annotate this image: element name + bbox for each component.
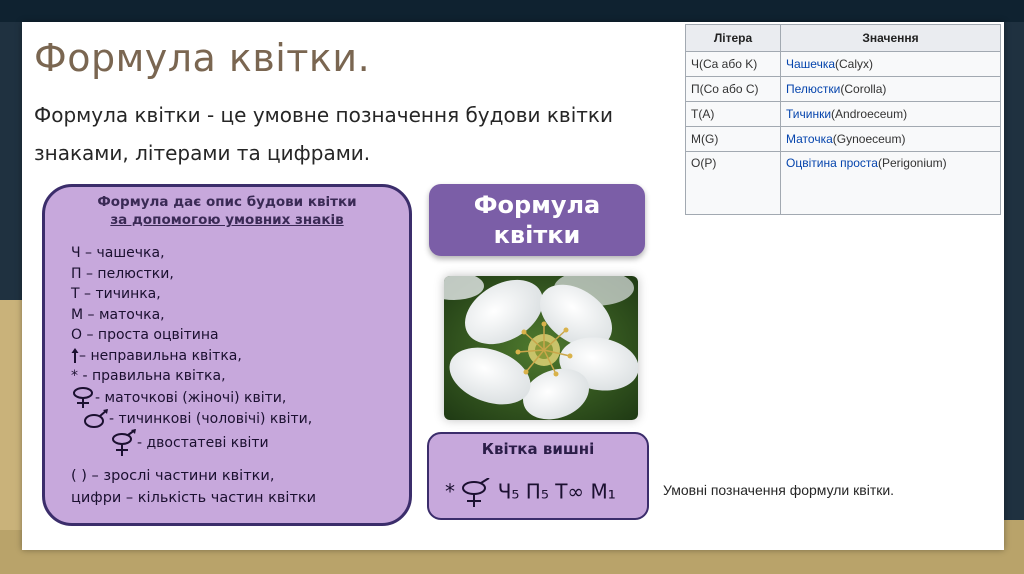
- asterisk-icon: *: [71, 368, 78, 384]
- table-row: Т(A) Тичинки(Androeceum): [685, 101, 1001, 127]
- latin-term: (Gynoeceum): [832, 132, 906, 146]
- definition-text: Формула квітки - це умовне позначення бу…: [34, 103, 613, 165]
- cherry-formula: * Ч₅ П₅ Т∞ М₁: [445, 478, 616, 508]
- cherry-formula-text: Ч₅ П₅ Т∞ М₁: [497, 479, 616, 504]
- legend-list: Ч – чашечка, П – пелюстки, Т – тичинка, …: [71, 243, 312, 457]
- column-header-letter: Літера: [685, 24, 781, 52]
- female-symbol-icon: [73, 386, 93, 408]
- legend-item-male: - тичинкові (чоловічі) квіти,: [71, 408, 313, 430]
- bisexual-symbol-icon: [112, 429, 136, 456]
- legend-item-irregular: – неправильна квітка,: [71, 346, 312, 367]
- cherry-title: Квітка вишні: [481, 440, 595, 458]
- table-cell-meaning: Маточка(Gynoeceum): [780, 126, 1001, 152]
- legend-footer-line1: ( ) – зрослі частини квітки,: [71, 468, 275, 484]
- legend-item-female: - маточкові (жіночі) квіти,: [71, 386, 312, 409]
- legend-item: П – пелюстки,: [71, 265, 174, 282]
- legend-heading-line1: Формула дає опис будови квітки: [97, 194, 357, 210]
- table-cell-letter: О(P): [685, 151, 781, 215]
- term-link[interactable]: Пелюстки: [786, 82, 840, 96]
- formula-header-line2: квітки: [493, 221, 581, 249]
- table-row: Ч(Ca або K) Чашечка(Calyx): [685, 51, 1001, 77]
- column-header-meaning: Значення: [780, 24, 1001, 52]
- formula-header-box: Формула квітки: [429, 184, 645, 256]
- asterisk-icon: *: [445, 479, 455, 504]
- table-cell-letter: Ч(Ca або K): [685, 51, 781, 77]
- term-link[interactable]: Чашечка: [786, 57, 835, 71]
- symbols-legend-box: Формула дає опис будови квітки за допомо…: [42, 184, 412, 526]
- slide-title: Формула квітки.: [34, 36, 371, 80]
- table-row: О(P) Оцвітина проста(Perigonium): [685, 151, 1001, 215]
- caption: Умовні позначення формули квітки.: [663, 482, 895, 498]
- legend-male-text: - тичинкові (чоловічі) квіти,: [109, 410, 313, 427]
- table-row: П(Co або C) Пелюстки(Corolla): [685, 76, 1001, 102]
- legend-item: Ч – чашечка,: [71, 245, 165, 261]
- cherry-formula-box: Квітка вишні * Ч₅ П₅ Т∞ М₁: [427, 432, 649, 520]
- slide: Формула квітки. Формула квітки - це умов…: [22, 22, 1004, 550]
- table-cell-letter: Т(A): [685, 101, 781, 127]
- legend-item: М – маточка,: [71, 306, 165, 323]
- table-cell-letter: П(Co або C): [685, 76, 781, 102]
- legend-regular-text: - правильна квітка,: [82, 368, 226, 384]
- legend-item-regular: * - правильна квітка,: [71, 366, 312, 387]
- term-link[interactable]: Тичинки: [786, 107, 831, 121]
- cherry-flower-photo: [444, 276, 638, 420]
- flower-icon: [444, 276, 638, 420]
- latin-term: (Perigonium): [877, 156, 947, 170]
- letters-table: Літера Значення Ч(Ca або K) Чашечка(Caly…: [685, 24, 1001, 215]
- table-cell-meaning: Тичинки(Androeceum): [780, 101, 1001, 127]
- table-cell-meaning: Чашечка(Calyx): [780, 51, 1001, 77]
- male-symbol-icon: [84, 408, 108, 428]
- bisexual-symbol-icon: [462, 478, 490, 507]
- table-cell-letter: М(G): [685, 126, 781, 152]
- table-cell-meaning: Оцвітина проста(Perigonium): [780, 151, 1001, 215]
- legend-heading-line2: за допомогою умовних знаків: [110, 212, 344, 228]
- table-cell-meaning: Пелюстки(Corolla): [780, 76, 1001, 102]
- legend-footer: ( ) – зрослі частини квітки, цифри – кіл…: [71, 465, 316, 509]
- latin-term: (Corolla): [840, 82, 887, 96]
- term-link[interactable]: Маточка: [786, 132, 833, 146]
- legend-irregular-text: – неправильна квітка,: [79, 347, 242, 364]
- formula-header-line1: Формула: [473, 191, 601, 219]
- legend-bisexual-text: - двостатеві квіти: [137, 435, 269, 451]
- term-link[interactable]: Оцвітина проста: [786, 156, 878, 170]
- latin-term: (Calyx): [835, 57, 874, 71]
- background-band-top: [0, 0, 1024, 22]
- up-arrow-icon: [71, 347, 79, 363]
- legend-female-text: - маточкові (жіночі) квіти,: [95, 389, 287, 406]
- background-band-left: [0, 300, 24, 530]
- table-row: М(G) Маточка(Gynoeceum): [685, 126, 1001, 152]
- legend-footer-line2: цифри – кількість частин квітки: [71, 490, 317, 506]
- legend-item: Т – тичинка,: [71, 286, 161, 302]
- legend-heading: Формула дає опис будови квітки за допомо…: [45, 193, 409, 229]
- latin-term: (Androeceum): [831, 107, 908, 121]
- legend-item: О – проста оцвітина: [71, 327, 219, 343]
- table-header-row: Літера Значення: [685, 24, 1001, 52]
- legend-item-bisexual: - двостатеві квіти: [71, 429, 312, 457]
